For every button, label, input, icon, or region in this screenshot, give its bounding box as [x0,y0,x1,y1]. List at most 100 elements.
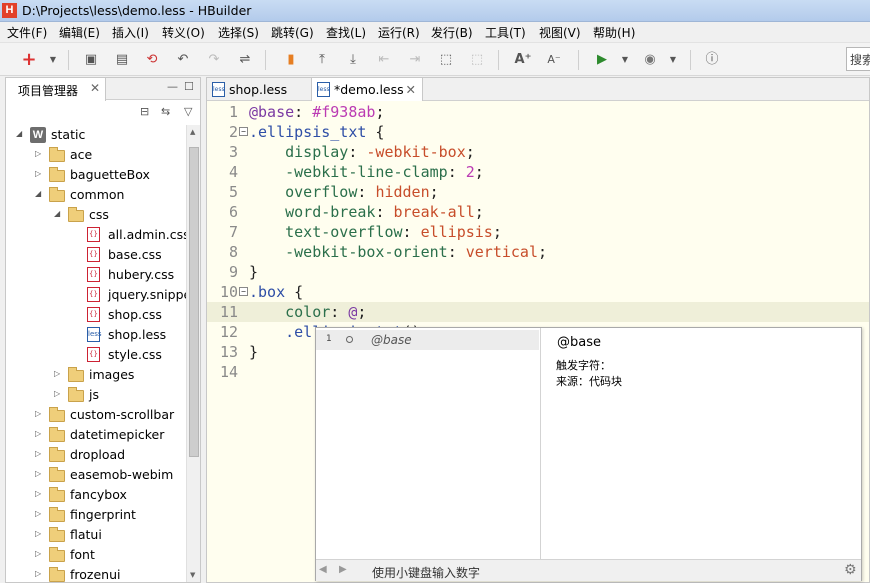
back-icon[interactable]: ⇤ [375,51,393,69]
save-icon[interactable]: ▣ [82,51,100,69]
fold-toggle-icon[interactable]: − [239,287,248,296]
scroll-up-icon[interactable]: ▲ [190,128,195,136]
run-icon[interactable]: ▶ [593,51,611,69]
menu-help[interactable]: 帮助(H) [593,24,635,41]
code-line[interactable]: 11 color: @; [207,302,869,322]
font-increase-icon[interactable]: A⁺ [514,51,532,69]
link-editor-icon[interactable]: ⇆ [161,105,170,118]
menu-tools[interactable]: 工具(T) [485,24,526,41]
collapsed-arrow-icon[interactable]: ▷ [35,469,45,478]
close-tab-icon[interactable]: ✕ [406,82,416,97]
tree-item[interactable]: less shop.less [6,325,186,345]
menu-insert[interactable]: 插入(I) [112,24,149,41]
code-line[interactable]: 1 @base: #f938ab; [207,102,869,122]
menu-select[interactable]: 选择(S) [218,24,259,41]
tree-item[interactable]: {} all.admin.css [6,225,186,245]
tab-demo-less[interactable]: less *demo.less ✕ [311,78,423,101]
project-manager-tab[interactable]: 项目管理器 ✕ [6,78,106,101]
menu-escape[interactable]: 转义(O) [162,24,205,41]
tree-item[interactable]: ▷ font [6,545,186,565]
tree-item[interactable]: ▷ ace [6,145,186,165]
menu-find[interactable]: 查找(L) [326,24,366,41]
save-all-icon[interactable]: ▤ [113,51,131,69]
collapsed-arrow-icon[interactable]: ▷ [35,429,45,438]
tree-item[interactable]: ▷ images [6,365,186,385]
tree-item[interactable]: ▷ baguetteBox [6,165,186,185]
tree-item[interactable]: ▷ dropload [6,445,186,465]
tree-item[interactable]: ▷ flatui [6,525,186,545]
bookmark-icon[interactable]: ▮ [282,51,300,69]
collapse-all-icon[interactable]: ⊟ [140,105,149,118]
gear-icon[interactable]: ⚙ [844,562,857,578]
collapsed-arrow-icon[interactable]: ▷ [54,389,64,398]
font-decrease-icon[interactable]: A⁻ [545,51,563,69]
next-page-icon[interactable]: ▶ [339,564,347,575]
collapsed-arrow-icon[interactable]: ▷ [35,409,45,418]
next-edit-icon[interactable]: ⬚ [468,51,486,69]
menu-goto[interactable]: 跳转(G) [271,24,314,41]
close-icon[interactable]: ✕ [90,81,100,95]
fold-toggle-icon[interactable]: − [239,127,248,136]
tree-item[interactable]: ▷ frozenui [6,565,186,582]
next-bookmark-icon[interactable]: ⤓ [344,51,362,69]
browser-icon[interactable]: ◉ [641,51,659,69]
tree-item[interactable]: ▷ fancybox [6,485,186,505]
collapsed-arrow-icon[interactable]: ▷ [35,549,45,558]
collapsed-arrow-icon[interactable]: ▷ [35,449,45,458]
undo-icon[interactable]: ↶ [174,51,192,69]
tree-item[interactable]: {} base.css [6,245,186,265]
tree-item[interactable]: ▷ custom-scrollbar [6,405,186,425]
search-input[interactable]: 搜索 [846,47,870,71]
redo-icon[interactable]: ↷ [205,51,223,69]
collapsed-arrow-icon[interactable]: ▷ [35,149,45,158]
tree-item[interactable]: {} hubery.css [6,265,186,285]
tree-item[interactable]: ▷ js [6,385,186,405]
code-line[interactable]: 10− .box { [207,282,869,302]
collapsed-arrow-icon[interactable]: ▷ [35,529,45,538]
maximize-icon[interactable]: ☐ [184,80,194,93]
collapsed-arrow-icon[interactable]: ▷ [35,169,45,178]
prev-page-icon[interactable]: ◀ [319,564,327,575]
code-line[interactable]: 8 -webkit-box-orient: vertical; [207,242,869,262]
tab-shop-less[interactable]: less shop.less [207,78,311,101]
tree-item[interactable]: ▷ easemob-webim [6,465,186,485]
expanded-arrow-icon[interactable]: ◢ [35,189,45,198]
last-edit-icon[interactable]: ⬚ [437,51,455,69]
expanded-arrow-icon[interactable]: ◢ [54,209,64,218]
forward-icon[interactable]: ⇥ [406,51,424,69]
code-line[interactable]: 5 overflow: hidden; [207,182,869,202]
menu-file[interactable]: 文件(F) [7,24,47,41]
tree-item[interactable]: ▷ datetimepicker [6,425,186,445]
tree-item[interactable]: {} shop.css [6,305,186,325]
collapsed-arrow-icon[interactable]: ▷ [35,509,45,518]
format-icon[interactable]: ⇌ [236,51,254,69]
tree-item[interactable]: ◢ common [6,185,186,205]
code-line[interactable]: 9} [207,262,869,282]
tree-item[interactable]: {} jquery.snippe [6,285,186,305]
run-dropdown-chevron-down-icon[interactable]: ▼ [616,51,634,69]
code-line[interactable]: 4 -webkit-line-clamp: 2; [207,162,869,182]
revert-icon[interactable]: ⟲ [143,51,161,69]
new-dropdown-chevron-down-icon[interactable]: ▼ [44,51,62,69]
code-line[interactable]: 7 text-overflow: ellipsis; [207,222,869,242]
new-icon[interactable]: + [20,51,38,69]
expanded-arrow-icon[interactable]: ◢ [16,129,26,138]
tree-item[interactable]: ◢ Wstatic [6,125,186,145]
tree-item[interactable]: {} style.css [6,345,186,365]
menu-edit[interactable]: 编辑(E) [59,24,100,41]
scrollbar-thumb[interactable] [189,147,199,457]
tree-item[interactable]: ◢ css [6,205,186,225]
code-line[interactable]: 6 word-break: break-all; [207,202,869,222]
tree-scrollbar[interactable]: ▲ ▼ [186,125,200,582]
menu-run[interactable]: 运行(R) [378,24,420,41]
tree-item[interactable]: ▷ fingerprint [6,505,186,525]
menu-view[interactable]: 视图(V) [539,24,581,41]
prev-bookmark-icon[interactable]: ⤒ [313,51,331,69]
scroll-down-icon[interactable]: ▼ [190,571,195,579]
collapsed-arrow-icon[interactable]: ▷ [35,489,45,498]
browser-dropdown-chevron-down-icon[interactable]: ▼ [664,51,682,69]
info-icon[interactable]: ⓘ [703,51,721,69]
menu-publish[interactable]: 发行(B) [431,24,473,41]
collapsed-arrow-icon[interactable]: ▷ [35,569,45,578]
suggestion-item[interactable]: 1 @base [316,330,539,350]
